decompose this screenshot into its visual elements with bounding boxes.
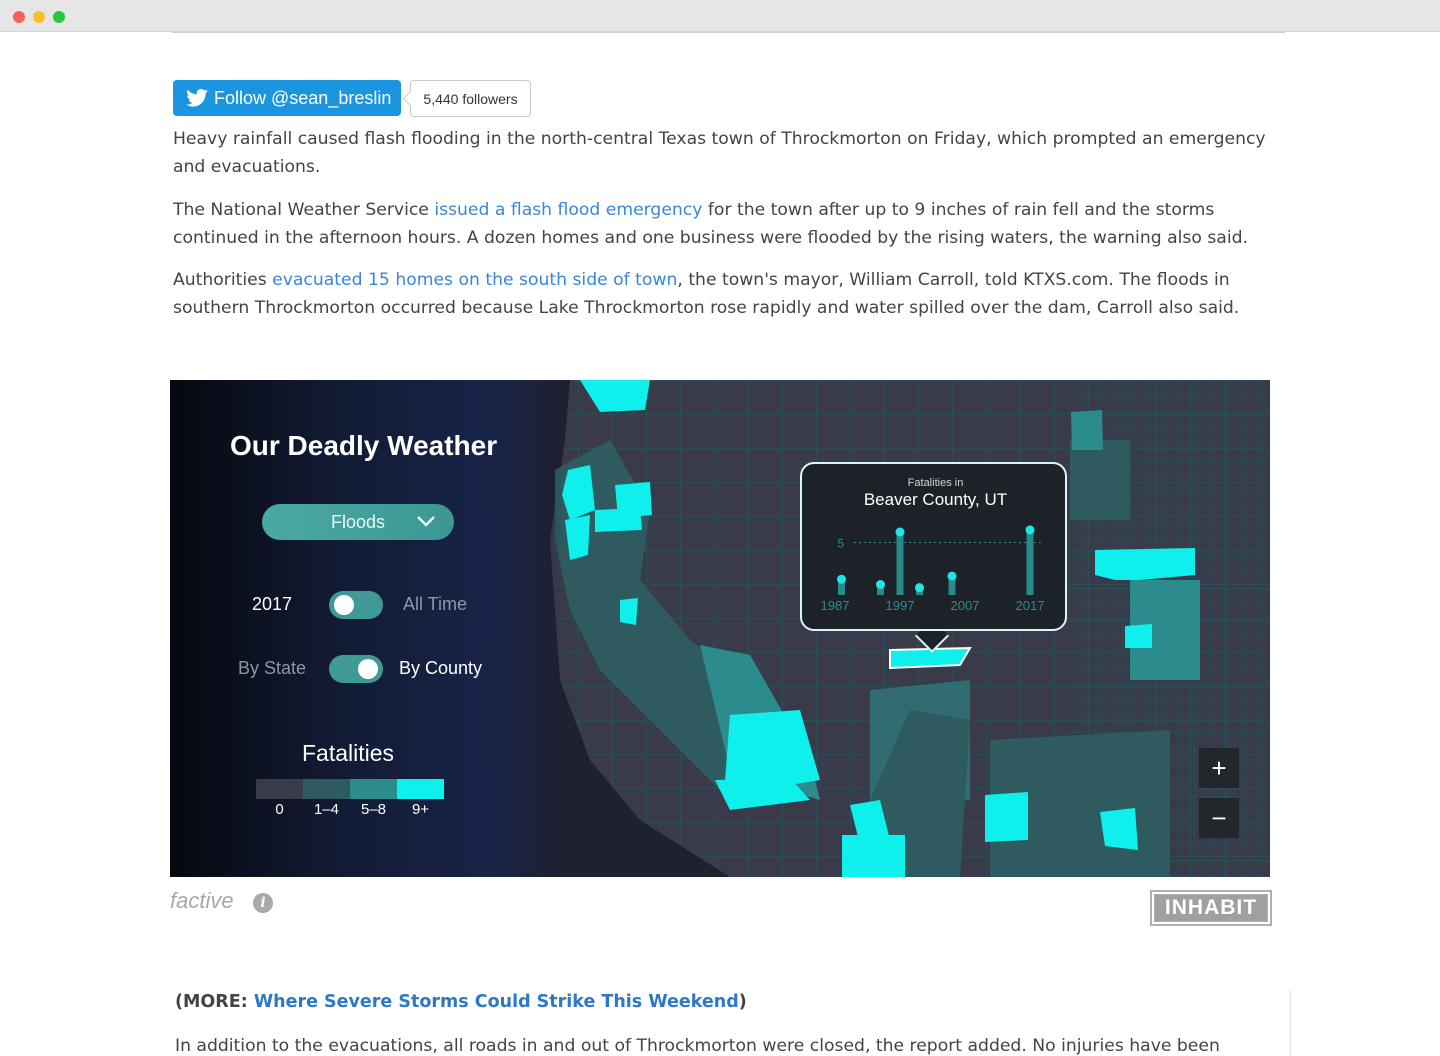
x-tick-label: 1987 <box>821 598 850 613</box>
county-tooltip: Fatalities in Beaver County, UT 5 1987 199… <box>800 462 1067 631</box>
text-segment: ) <box>738 992 747 1012</box>
toggle-year-label[interactable]: 2017 <box>252 594 292 615</box>
text-segment: The National Weather Service <box>173 200 435 220</box>
bar-point <box>876 580 885 589</box>
chevron-down-icon <box>417 516 435 527</box>
inhabit-label: INHABIT <box>1154 894 1268 922</box>
hazard-type-dropdown[interactable]: Floods <box>262 504 454 540</box>
legend-swatch <box>256 779 303 799</box>
toggle-knob <box>358 659 378 679</box>
toggle-all-time-label[interactable]: All Time <box>403 594 467 615</box>
flash-flood-emergency-link[interactable]: issued a flash flood emergency <box>434 200 702 220</box>
follower-count-badge[interactable]: 5,440 followers <box>410 80 531 117</box>
legend-title: Fatalities <box>302 740 395 766</box>
close-window-button[interactable] <box>13 11 25 23</box>
bar-point <box>895 527 905 537</box>
x-tick-label: 2017 <box>1016 598 1045 613</box>
x-tick-label: 1997 <box>886 598 915 613</box>
text-segment: Authorities <box>173 270 273 290</box>
bar-point <box>837 574 846 584</box>
legend-label: 5–8 <box>360 801 387 818</box>
widget-title: Our Deadly Weather <box>230 430 498 461</box>
info-icon[interactable]: i <box>253 893 273 913</box>
divider <box>172 32 1285 33</box>
article-paragraph: The National Weather Service issued a fl… <box>173 196 1283 252</box>
control-panel: Our Deadly Weather Floods 2017 All Time … <box>170 380 565 877</box>
toggle-knob <box>334 595 354 615</box>
legend-swatch <box>303 779 350 799</box>
deadly-weather-widget: Our Deadly Weather Floods 2017 All Time … <box>170 380 1270 877</box>
severe-storms-link[interactable]: Where Severe Storms Could Strike This We… <box>254 992 739 1012</box>
factive-logo[interactable]: factive <box>170 888 234 914</box>
twitter-follow-button[interactable]: Follow @sean_breslin <box>173 80 401 116</box>
toggle-by-state-label[interactable]: By State <box>238 658 306 679</box>
bar-point <box>947 571 957 581</box>
article-paragraph: Heavy rainfall caused flash flooding in … <box>173 129 1266 177</box>
bar-point <box>1025 525 1035 535</box>
legend-label: 1–4 <box>313 801 340 818</box>
article-paragraph: Authorities evacuated 15 homes on the so… <box>173 266 1283 322</box>
evacuated-homes-link[interactable]: evacuated 15 homes on the south side of … <box>272 270 677 290</box>
zoom-out-button[interactable]: − <box>1199 798 1239 838</box>
time-range-toggle[interactable] <box>329 591 383 619</box>
follow-label: Follow @sean_breslin <box>214 87 392 108</box>
article-paragraph: In addition to the evacuations, all road… <box>175 1036 1220 1056</box>
dropdown-value: Floods <box>330 511 386 532</box>
toggle-by-county-label[interactable]: By County <box>399 658 482 679</box>
maximize-window-button[interactable] <box>53 11 65 23</box>
x-tick-label: 2007 <box>951 598 980 613</box>
sidebar-divider <box>1290 990 1291 1056</box>
browser-chrome <box>0 0 1440 32</box>
geography-toggle[interactable] <box>329 655 383 683</box>
legend-label: 9+ <box>411 801 430 818</box>
legend-label: 0 <box>275 801 284 818</box>
legend-swatch <box>397 779 444 799</box>
bar-point <box>915 583 924 593</box>
y-tick-label: 5 <box>837 537 844 551</box>
more-link-line: (MORE: Where Severe Storms Could Strike … <box>175 992 747 1012</box>
legend-swatch <box>350 779 397 799</box>
twitter-bird-icon <box>186 89 208 107</box>
zoom-in-button[interactable]: + <box>1199 748 1239 788</box>
fatalities-timeline-chart: 5 1987 1997 2007 2017 <box>821 525 1045 613</box>
minimize-window-button[interactable] <box>33 11 45 23</box>
inhabit-logo[interactable]: INHABIT <box>1150 890 1272 926</box>
text-segment: (MORE: <box>175 992 254 1012</box>
